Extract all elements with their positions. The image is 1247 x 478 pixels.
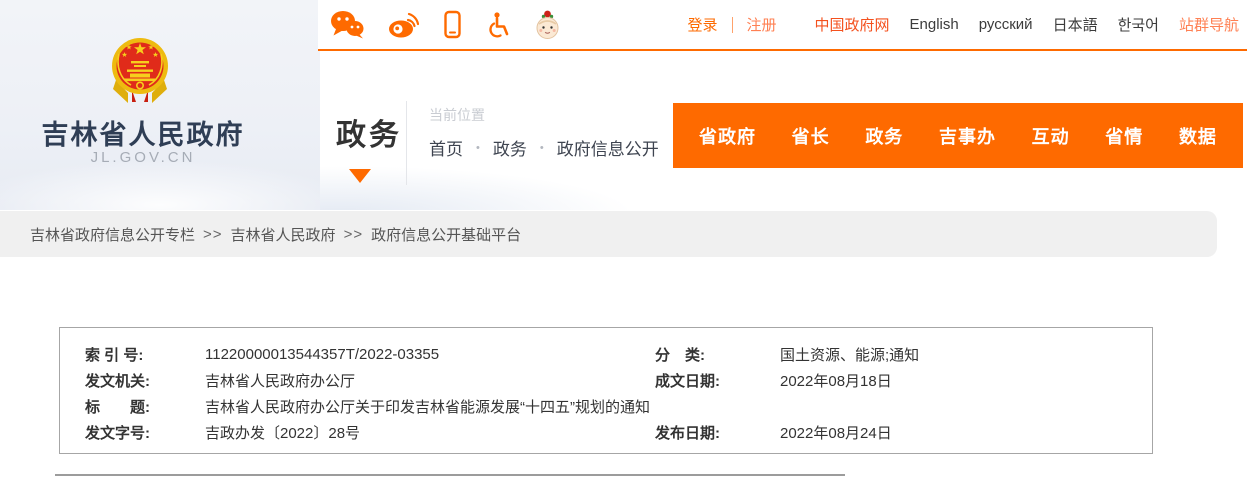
- nav-data[interactable]: 数据: [1179, 123, 1217, 149]
- title-value: 吉林省人民政府办公厅关于印发吉林省能源发展“十四五”规划的通知: [205, 396, 655, 417]
- section-title: 政务: [336, 110, 402, 154]
- weibo-icon[interactable]: [388, 11, 419, 38]
- link-russian[interactable]: русский: [979, 16, 1033, 33]
- login-register-divider: [732, 17, 733, 33]
- document-number-value: 吉政办发〔2022〕28号: [205, 422, 655, 443]
- breadcrumb-home[interactable]: 首页: [429, 135, 463, 160]
- triangle-down-icon: [349, 169, 371, 183]
- breadcrumb-info-disclosure[interactable]: 政府信息公开: [557, 135, 659, 160]
- path-provincial-government[interactable]: 吉林省人民政府: [231, 224, 336, 245]
- path-separator: >>: [203, 226, 223, 243]
- link-korean[interactable]: 한국어: [1118, 14, 1159, 35]
- vertical-divider: [406, 101, 407, 185]
- breadcrumb-dot-icon: •: [476, 142, 480, 154]
- category-label: 分 类:: [655, 344, 780, 365]
- table-row: 发文字号: 吉政办发〔2022〕28号 发布日期: 2022年08月24日: [60, 419, 1152, 445]
- issuing-agency-label: 发文机关:: [85, 370, 205, 391]
- path-disclosure-platform[interactable]: 政府信息公开基础平台: [371, 224, 521, 245]
- written-date-label: 成文日期:: [655, 370, 780, 391]
- site-title: 吉林省人民政府: [0, 113, 286, 152]
- nav-province-info[interactable]: 省情: [1105, 123, 1143, 149]
- issuing-agency-value: 吉林省人民政府办公厅: [205, 370, 655, 391]
- site-logo[interactable]: 吉林省人民政府 JL.GOV.CN: [0, 0, 320, 210]
- nav-governor[interactable]: 省长: [792, 123, 830, 149]
- link-china-gov[interactable]: 中国政府网: [815, 14, 890, 35]
- national-emblem-icon: [108, 32, 172, 106]
- link-japanese[interactable]: 日本語: [1053, 14, 1098, 35]
- path-separator: >>: [344, 226, 364, 243]
- index-number-value: 11220000013544357T/2022-03355: [205, 346, 655, 363]
- top-utility-bar: 登录 注册 中国政府网 English русский 日本語 한국어 站群导航: [318, 0, 1247, 51]
- publish-date-value: 2022年08月24日: [780, 422, 1152, 443]
- category-value: 国土资源、能源;通知: [780, 344, 1152, 365]
- link-site-navigation[interactable]: 站群导航: [1179, 14, 1239, 35]
- page: 吉林省人民政府 JL.GOV.CN: [0, 0, 1247, 478]
- current-location-label: 当前位置: [429, 105, 485, 125]
- index-number-label: 索 引 号:: [85, 344, 205, 365]
- login-link[interactable]: 登录: [687, 14, 717, 35]
- breadcrumb-zhengwu[interactable]: 政务: [493, 135, 527, 160]
- document-number-label: 发文字号:: [85, 422, 205, 443]
- table-row: 索 引 号: 11220000013544357T/2022-03355 分 类…: [60, 341, 1152, 367]
- breadcrumb-dot-icon: •: [540, 142, 544, 154]
- table-row: 标 题: 吉林省人民政府办公厅关于印发吉林省能源发展“十四五”规划的通知: [60, 393, 1152, 419]
- table-row: 发文机关: 吉林省人民政府办公厅 成文日期: 2022年08月18日: [60, 367, 1152, 393]
- publish-date-label: 发布日期:: [655, 422, 780, 443]
- mobile-icon[interactable]: [443, 10, 462, 39]
- register-link[interactable]: 注册: [747, 14, 777, 35]
- path-disclosure-column[interactable]: 吉林省政府信息公开专栏: [30, 224, 195, 245]
- written-date-value: 2022年08月18日: [780, 370, 1152, 391]
- title-label: 标 题:: [85, 396, 205, 417]
- nav-zhengwu[interactable]: 政务: [865, 123, 903, 149]
- nav-jishiban[interactable]: 吉事办: [939, 123, 996, 149]
- document-info-table: 索 引 号: 11220000013544357T/2022-03355 分 类…: [59, 327, 1153, 454]
- content-divider: [55, 474, 845, 476]
- accessibility-icon[interactable]: [486, 11, 510, 39]
- nav-provincial-government[interactable]: 省政府: [699, 123, 756, 149]
- main-nav: 省政府 省长 政务 吉事办 互动 省情 数据: [673, 103, 1243, 168]
- path-bar: 吉林省政府信息公开专栏 >> 吉林省人民政府 >> 政府信息公开基础平台: [0, 211, 1217, 257]
- social-icons: [318, 9, 561, 40]
- breadcrumb: 首页 • 政务 • 政府信息公开: [429, 135, 659, 160]
- topbar-links: 登录 注册 中国政府网 English русский 日本語 한국어 站群导航: [687, 14, 1247, 35]
- site-domain: JL.GOV.CN: [0, 149, 286, 166]
- nav-interaction[interactable]: 互动: [1032, 123, 1070, 149]
- mascot-icon[interactable]: [534, 9, 561, 40]
- wechat-icon[interactable]: [330, 10, 364, 39]
- header-band: 吉林省人民政府 JL.GOV.CN: [0, 0, 1247, 210]
- link-english[interactable]: English: [910, 16, 959, 33]
